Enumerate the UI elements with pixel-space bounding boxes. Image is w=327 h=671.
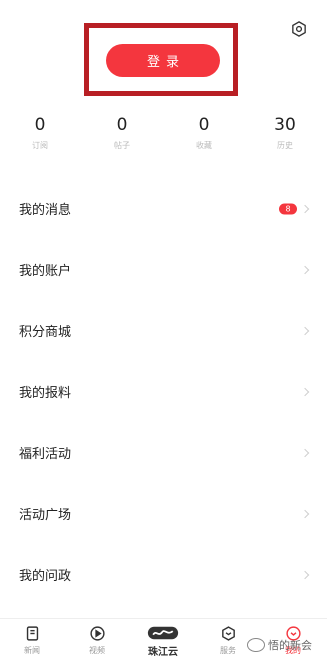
watermark: 悟的新会 [247,637,312,653]
stat-label: 历史 [277,141,293,150]
chevron-right-icon [300,387,310,396]
menu-item-label: 我的消息 [19,203,72,218]
chevron-right-icon [300,265,310,274]
tab-label: 珠江云 [148,647,178,658]
stat-label: 订阅 [32,141,48,150]
tab-label: 新闻 [24,646,40,655]
cloud-logo-icon [147,626,179,640]
menu-item-activity-square[interactable]: 活动广场 [0,483,327,544]
menu-item-label: 我的报料 [19,386,72,401]
stat-label: 帖子 [114,141,130,150]
service-icon [221,626,235,641]
news-icon [26,626,38,641]
tab-cloud[interactable]: 珠江云 [133,625,193,658]
stat-label: 收藏 [196,141,212,150]
menu-item-label: 积分商城 [19,325,72,340]
menu-item-benefits[interactable]: 福利活动 [0,422,327,483]
tab-news[interactable]: 新闻 [2,625,62,656]
menu-item-label: 福利活动 [19,447,72,462]
stat-history[interactable]: 30 历史 [255,112,315,154]
settings-button[interactable] [288,18,310,40]
menu-item-account[interactable]: 我的账户 [0,239,327,300]
menu-item-label: 我的账户 [19,264,72,279]
stat-value: 0 [198,115,210,135]
login-button[interactable]: 登录 [106,44,220,77]
menu-item-label: 我的问政 [19,569,72,584]
chevron-right-icon [300,448,310,457]
tab-label: 视频 [89,646,105,655]
video-play-icon [89,626,105,641]
gear-icon [292,21,306,37]
chevron-right-icon [300,509,310,518]
chevron-right-icon [300,326,310,335]
stats-row: 0 订阅 0 帖子 0 收藏 30 历史 [0,112,327,162]
stat-value: 0 [34,115,46,135]
menu-item-label: 活动广场 [19,508,72,523]
menu-item-points-mall[interactable]: 积分商城 [0,300,327,361]
tab-video[interactable]: 视频 [67,625,127,656]
stat-value: 0 [116,115,128,135]
menu-item-messages[interactable]: 我的消息 8 [0,178,327,239]
menu-item-reports[interactable]: 我的报料 [0,361,327,422]
wechat-icon [247,638,265,652]
stat-value: 30 [274,115,296,135]
stat-favorites[interactable]: 0 收藏 [174,112,234,154]
menu-item-inquiries[interactable]: 我的问政 [0,544,327,605]
watermark-text: 悟的新会 [268,639,312,652]
stat-posts[interactable]: 0 帖子 [92,112,152,154]
unread-badge: 8 [279,203,297,214]
chevron-right-icon [300,570,310,579]
tab-label: 服务 [220,646,236,655]
stat-subscriptions[interactable]: 0 订阅 [10,112,70,154]
chevron-right-icon [300,204,310,213]
menu-list: 我的消息 8 我的账户 积分商城 我的报料 福利活动 活动广场 我的问政 [0,178,327,605]
